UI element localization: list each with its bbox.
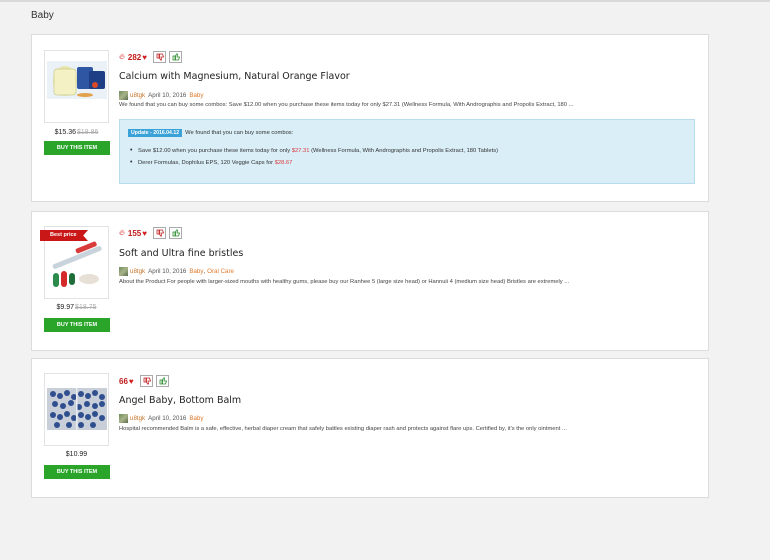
deal-meta: u8tgk April 10, 2016 Baby	[119, 414, 203, 423]
vote-count: 66	[119, 376, 128, 386]
top-divider	[0, 0, 770, 2]
old-price: $18.75	[75, 304, 97, 311]
thumbs-up-icon	[172, 229, 180, 237]
update-intro: We found that you can buy some combos:	[185, 130, 294, 136]
category-link[interactable]: Oral Care	[207, 268, 234, 275]
price: $9.97$18.75	[56, 304, 97, 311]
deal-description: We found that you can buy some combos: S…	[119, 102, 574, 108]
supplement-product-photo-icon	[45, 51, 108, 122]
heart-icon: ♥	[128, 376, 134, 386]
update-list: Save $12.00 when you purchase these item…	[130, 147, 498, 172]
update-badge: Update - 2016.04.12	[128, 129, 183, 137]
avatar	[119, 91, 128, 100]
author-link[interactable]: u8tgk	[130, 92, 145, 99]
flame-icon: 🔥︎	[119, 228, 125, 237]
thumbs-down-button[interactable]	[152, 227, 166, 239]
list-item: Derer Formulas, Dophilus EPS, 120 Veggie…	[130, 159, 498, 166]
buy-this-item-button[interactable]: BUY THIS ITEM	[44, 318, 110, 332]
post-date: April 10, 2016	[148, 415, 187, 422]
vote-bar: 🔥︎ 155 ♥	[119, 227, 185, 239]
best-price-ribbon: Best price	[40, 230, 88, 241]
avatar	[119, 414, 128, 423]
thumbs-up-icon	[159, 377, 167, 385]
heart-icon: ♥	[142, 228, 147, 238]
thumbs-down-icon	[156, 53, 164, 61]
thumbs-down-icon	[156, 229, 164, 237]
section-title: Baby	[31, 10, 54, 21]
thumbs-up-button[interactable]	[168, 227, 182, 239]
deal-card: $15.36$18.86 BUY THIS ITEM 🔥︎ 282 ♥ Calc…	[31, 34, 709, 202]
price: $10.99	[65, 451, 88, 458]
deal-title[interactable]: Angel Baby, Bottom Balm	[119, 395, 241, 406]
thumbs-down-button[interactable]	[152, 51, 166, 63]
deal-card: Best price $9.97$18.75 BUY THIS ITEM 🔥︎ …	[31, 211, 709, 351]
author-link[interactable]: u8tgk	[130, 268, 145, 275]
thumbs-up-button[interactable]	[155, 375, 169, 387]
heart-icon: ♥	[142, 52, 147, 62]
flame-icon: 🔥︎	[119, 52, 125, 61]
thumbs-down-icon	[143, 377, 151, 385]
author-link[interactable]: u8tgk	[130, 415, 145, 422]
product-image[interactable]	[44, 50, 109, 123]
blueberries-product-photo-icon	[45, 374, 108, 445]
deal-card: $10.99 BUY THIS ITEM 66 ♥ Angel Baby, Bo…	[31, 358, 709, 498]
category-link[interactable]: Baby	[189, 92, 203, 99]
deal-title[interactable]: Calcium with Magnesium, Natural Orange F…	[119, 71, 350, 82]
thumbs-down-button[interactable]	[139, 375, 153, 387]
post-date: April 10, 2016	[148, 92, 187, 99]
deal-meta: u8tgk April 10, 2016 Baby	[119, 91, 203, 100]
deal-description: About the Product For people with larger…	[119, 279, 570, 285]
price: $15.36$18.86	[54, 129, 99, 136]
thumbs-up-icon	[172, 53, 180, 61]
thumbs-up-button[interactable]	[168, 51, 182, 63]
category-link[interactable]: Baby	[189, 415, 203, 422]
vote-count: 155	[127, 228, 142, 238]
avatar	[119, 267, 128, 276]
update-box: Update - 2016.04.12 We found that you ca…	[119, 119, 695, 184]
deal-title[interactable]: Soft and Ultra fine bristles	[119, 248, 243, 259]
deal-description: Hospital recommended Balm is a safe, eff…	[119, 426, 567, 432]
buy-this-item-button[interactable]: BUY THIS ITEM	[44, 141, 110, 155]
list-item: Save $12.00 when you purchase these item…	[130, 147, 498, 154]
product-image[interactable]	[44, 373, 109, 446]
buy-this-item-button[interactable]: BUY THIS ITEM	[44, 465, 110, 479]
category-link[interactable]: Baby	[189, 268, 203, 275]
vote-count: 282	[127, 52, 142, 62]
old-price: $18.86	[77, 129, 99, 136]
post-date: April 10, 2016	[148, 268, 187, 275]
vote-bar: 66 ♥	[119, 375, 172, 387]
deal-meta: u8tgk April 10, 2016 Baby, Oral Care	[119, 267, 234, 276]
vote-bar: 🔥︎ 282 ♥	[119, 51, 185, 63]
